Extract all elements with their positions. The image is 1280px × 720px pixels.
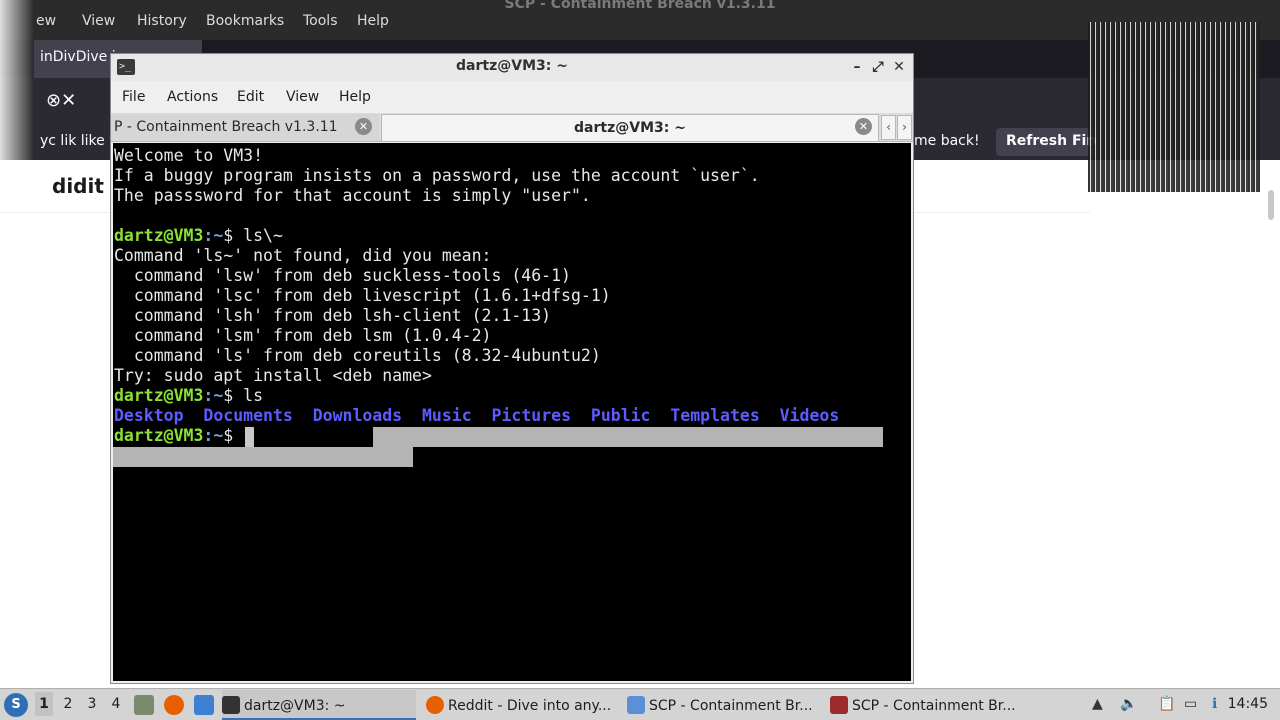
workspace-4[interactable]: 4 [108,696,124,712]
output-line: command 'lsc' from deb livescript (1.6.1… [114,286,611,305]
prompt-path: :~ [203,226,224,245]
browser-menu-tools[interactable]: Tools [303,13,338,29]
start-menu-icon[interactable]: S [4,693,28,717]
terminal-window-title: dartz@VM3: ~ [456,58,568,74]
tab-scp[interactable]: P - Containment Breach v1.3.11 [111,114,379,141]
prompt-symbol: $ [223,226,234,245]
terminal-titlebar[interactable]: >_ dartz@VM3: ~ – ⤢ ✕ [111,54,913,81]
command: ls\~ [233,226,283,245]
tab-terminal[interactable]: dartz@VM3: ~ [381,114,879,141]
prompt-user: dartz@VM3 [114,386,204,405]
terminal-menubar: File Actions Edit View Help [111,81,913,113]
minimize-button[interactable]: – [848,57,866,77]
prompt-path: :~ [203,426,224,445]
browser-window-title: SCP - Containment Breach v1.3.11 [504,0,776,12]
page-scrollbar[interactable] [1268,190,1274,220]
command: ls [233,386,264,405]
task-scp-folder[interactable]: SCP - Containment Br... [627,690,817,720]
maximize-button[interactable]: ⤢ [869,57,887,77]
task-label: SCP - Containment Br... [852,698,1016,714]
site-logo[interactable]: didit [52,174,104,198]
firefox-icon [426,696,444,714]
output-line: command 'lsh' from deb lsh-client (2.1-1… [114,306,552,325]
task-label: Reddit - Dive into any... [448,698,612,714]
terminal-output[interactable]: Welcome to VM3! If a buggy program insis… [113,143,911,681]
tab-label: dartz@VM3: ~ [574,120,686,136]
task-terminal[interactable]: dartz@VM3: ~ [222,690,416,720]
render-glitch-artifact [1088,22,1260,192]
menu-help[interactable]: Help [339,89,371,105]
dir-templates: Templates [670,406,760,425]
task-reddit[interactable]: Reddit - Dive into any... [426,690,616,720]
menu-file[interactable]: File [122,89,145,105]
terminal-tabbar: P - Containment Breach v1.3.11 ✕ dartz@V… [111,113,913,142]
prompt-path: :~ [203,386,224,405]
dir-documents: Documents [203,406,293,425]
window-edge-artifact [0,0,34,160]
output-line: The passsword for that account is simply… [114,186,591,205]
output-line: command 'lsw' from deb suckless-tools (4… [114,266,571,285]
terminal-window: >_ dartz@VM3: ~ – ⤢ ✕ File Actions Edit … [110,53,914,684]
browser-close-icon[interactable]: ⊗✕ [46,90,76,111]
folder-icon [627,696,645,714]
terminal-icon [222,696,240,714]
dir-downloads: Downloads [312,406,403,425]
workspace-2[interactable]: 2 [60,696,76,712]
notice-text-left: yc lik like y [40,133,118,149]
output-line: If a buggy program insists on a password… [114,166,760,185]
tray-arrow-icon[interactable]: ▲ [1092,696,1103,712]
file-manager-launcher-icon[interactable] [134,695,154,715]
update-notifier-icon[interactable]: ℹ [1212,696,1217,712]
tab-label: P - Containment Breach v1.3.11 [114,119,338,135]
volume-icon[interactable]: 🔈 [1120,696,1137,712]
menu-view[interactable]: View [286,89,319,105]
wine-icon [830,696,848,714]
task-scp-game[interactable]: SCP - Containment Br... [830,690,1020,720]
browser-titlebar: SCP - Containment Breach v1.3.11 [0,0,1280,14]
output-line: Try: sudo apt install <deb name> [114,366,432,385]
tab-scroll-left-icon[interactable]: ‹ [881,115,896,140]
browser-menu-view-partial[interactable]: ew [36,13,56,29]
taskbar: S 1 2 3 4 dartz@VM3: ~ Reddit - Dive int… [0,688,1280,720]
dir-music: Music [421,406,472,425]
dir-pictures: Pictures [491,406,572,425]
output-line: command 'lsm' from deb lsm (1.0.4-2) [114,326,492,345]
refresh-firefox-button[interactable]: Refresh Fire [996,128,1096,156]
browser-menu-help[interactable]: Help [357,13,389,29]
browser-menu-bookmarks[interactable]: Bookmarks [206,13,284,29]
clock[interactable]: 14:45 [1228,696,1268,712]
output-line: command 'ls' from deb coreutils (8.32-4u… [114,346,601,365]
browser-menu-view[interactable]: View [82,13,115,29]
browser-menu-history[interactable]: History [137,13,187,29]
workspace-3[interactable]: 3 [84,696,100,712]
output-line: Command 'ls~' not found, did you mean: [114,246,492,265]
output-line: Welcome to VM3! [114,146,264,165]
prompt-symbol: $ [223,386,234,405]
prompt-symbol: $ [223,426,234,445]
tab-scroll-right-icon[interactable]: › [897,115,912,140]
dir-videos: Videos [779,406,840,425]
prompt-user: dartz@VM3 [114,226,204,245]
task-label: SCP - Containment Br... [649,698,813,714]
tab-close-icon[interactable]: ✕ [355,118,372,135]
firefox-launcher-icon[interactable] [164,695,184,715]
task-label: dartz@VM3: ~ [244,698,346,714]
menu-actions[interactable]: Actions [167,89,218,105]
network-icon[interactable]: ▭ [1184,696,1197,712]
clipboard-icon[interactable]: 📋 [1158,696,1175,712]
tab-close-icon[interactable]: ✕ [855,118,872,135]
workspace-1[interactable]: 1 [35,692,53,716]
desktop-launcher-icon[interactable] [194,695,214,715]
dir-desktop: Desktop [114,406,184,425]
dir-public: Public [590,406,651,425]
close-button[interactable]: ✕ [890,57,908,77]
prompt-user: dartz@VM3 [114,426,204,445]
menu-edit[interactable]: Edit [237,89,264,105]
notice-text-right: me back! [914,133,980,149]
text-selection [113,447,413,467]
